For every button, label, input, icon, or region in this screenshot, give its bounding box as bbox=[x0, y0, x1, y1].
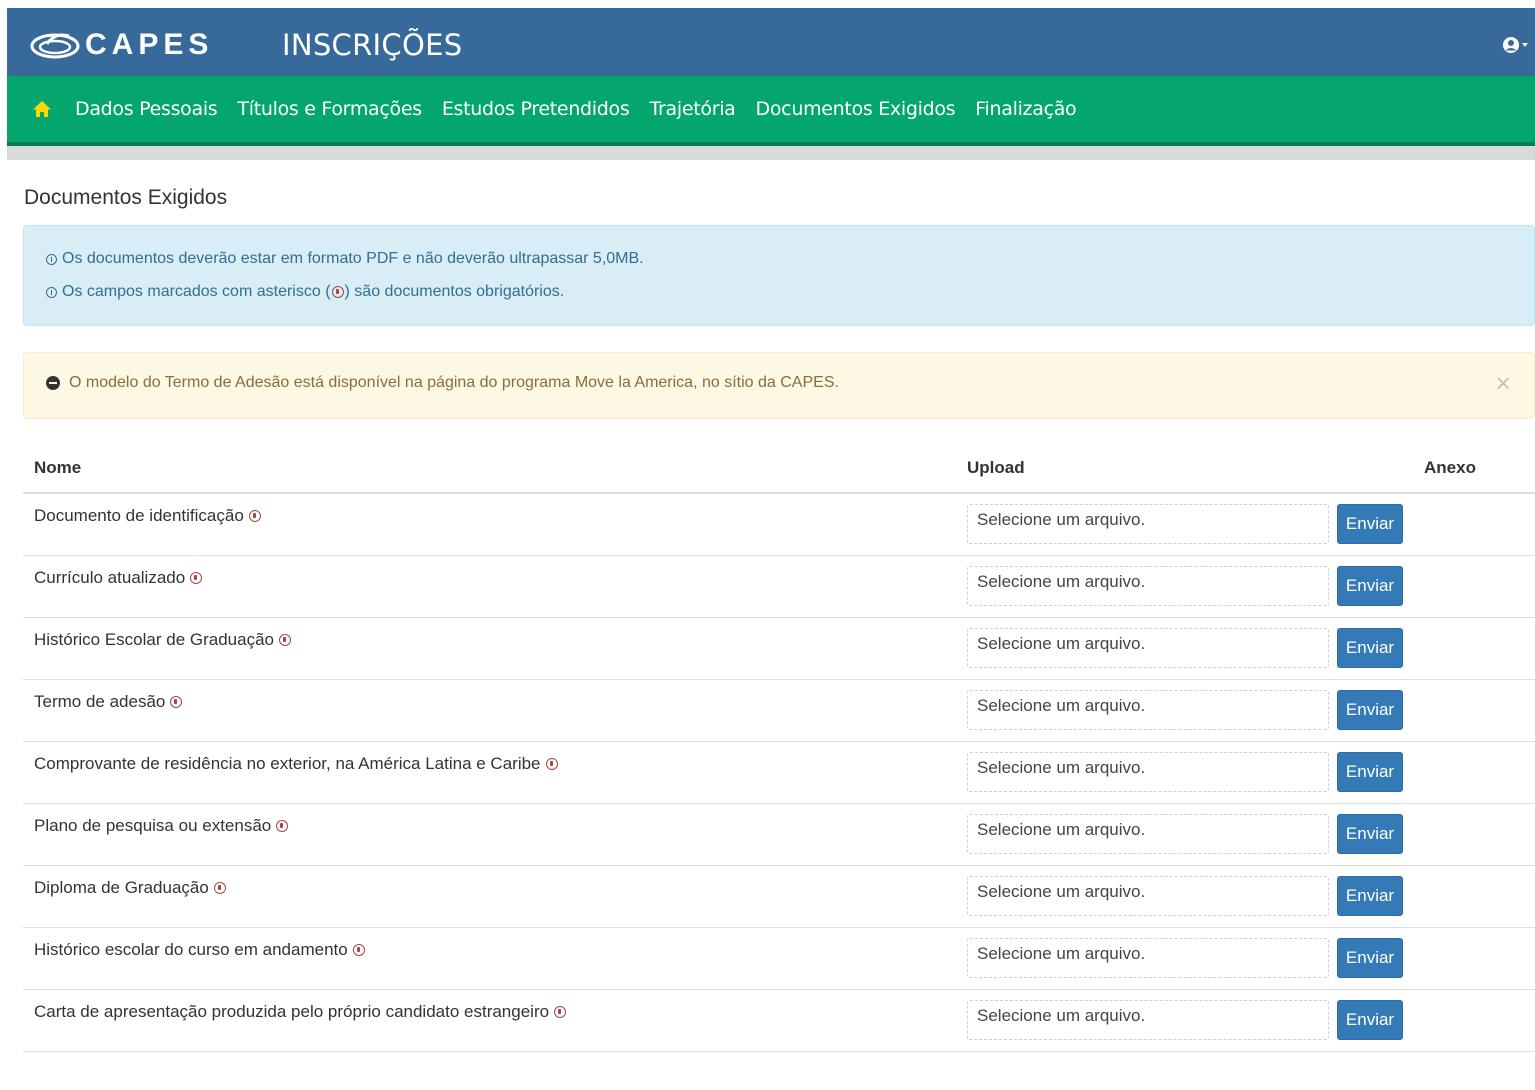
required-icon bbox=[331, 286, 344, 298]
table-row: Currículo atualizado Selecione um arquiv… bbox=[23, 556, 1535, 618]
info-text: Os campos marcados com asterisco ( bbox=[62, 283, 331, 300]
required-icon bbox=[213, 882, 226, 894]
column-header-anexo: Anexo bbox=[1424, 458, 1476, 477]
info-icon bbox=[46, 286, 57, 298]
required-icon bbox=[352, 944, 365, 956]
minus-circle-icon bbox=[46, 376, 60, 390]
required-icon bbox=[279, 634, 292, 646]
document-label: Histórico Escolar de Graduação bbox=[34, 630, 275, 649]
document-name: Plano de pesquisa ou extensão bbox=[34, 816, 289, 836]
main-navbar: Dados Pessoais Títulos e Formações Estud… bbox=[7, 76, 1535, 146]
home-icon[interactable] bbox=[31, 97, 53, 121]
info-icon bbox=[46, 253, 57, 265]
file-input[interactable]: Selecione um arquivo. bbox=[967, 938, 1329, 978]
caret-down-icon bbox=[1522, 43, 1528, 47]
info-alert: Os documentos deverão estar em formato P… bbox=[23, 225, 1535, 326]
document-label: Diploma de Graduação bbox=[34, 878, 209, 897]
document-label: Plano de pesquisa ou extensão bbox=[34, 816, 272, 835]
document-name: Documento de identificação bbox=[34, 506, 261, 526]
document-label: Documento de identificação bbox=[34, 506, 244, 525]
info-line: Os campos marcados com asterisco ( ) são… bbox=[46, 283, 564, 301]
info-text: ) são documentos obrigatórios. bbox=[344, 283, 565, 300]
warning-alert: O modelo do Termo de Adesão está disponí… bbox=[23, 352, 1535, 419]
user-circle-icon bbox=[1503, 37, 1519, 53]
table-row: Diploma de Graduação Selecione um arquiv… bbox=[23, 866, 1535, 928]
table-row: Histórico Escolar de Graduação Selecione… bbox=[23, 618, 1535, 680]
send-button[interactable]: Enviar bbox=[1337, 504, 1403, 544]
table-row: Comprovante de residência no exterior, n… bbox=[23, 742, 1535, 804]
document-name: Diploma de Graduação bbox=[34, 878, 226, 898]
document-name: Currículo atualizado bbox=[34, 568, 203, 588]
logo-text: CAPES bbox=[85, 28, 214, 61]
send-button[interactable]: Enviar bbox=[1337, 1000, 1403, 1040]
info-text: Os documentos deverão estar em formato P… bbox=[62, 250, 644, 267]
document-label: Termo de adesão bbox=[34, 692, 166, 711]
required-icon bbox=[248, 510, 261, 522]
send-button[interactable]: Enviar bbox=[1337, 628, 1403, 668]
required-icon bbox=[545, 758, 558, 770]
document-name: Carta de apresentação produzida pelo pró… bbox=[34, 1002, 567, 1022]
table-row: Documento de identificação Selecione um … bbox=[23, 494, 1535, 556]
file-input[interactable]: Selecione um arquivo. bbox=[967, 504, 1329, 544]
document-name: Comprovante de residência no exterior, n… bbox=[34, 754, 558, 774]
table-row: Carta de apresentação produzida pelo pró… bbox=[23, 990, 1535, 1052]
capes-eye-icon bbox=[30, 33, 80, 59]
warning-content: O modelo do Termo de Adesão está disponí… bbox=[46, 374, 839, 392]
table-row: Plano de pesquisa ou extensão Selecione … bbox=[23, 804, 1535, 866]
file-input[interactable]: Selecione um arquivo. bbox=[967, 876, 1329, 916]
file-input[interactable]: Selecione um arquivo. bbox=[967, 1000, 1329, 1040]
send-button[interactable]: Enviar bbox=[1337, 938, 1403, 978]
warning-text: O modelo do Termo de Adesão está disponí… bbox=[69, 374, 839, 391]
file-input[interactable]: Selecione um arquivo. bbox=[967, 690, 1329, 730]
document-label: Comprovante de residência no exterior, n… bbox=[34, 754, 541, 773]
required-icon bbox=[190, 572, 203, 584]
table-row: Termo de adesão Selecione um arquivo. En… bbox=[23, 680, 1535, 742]
column-header-upload: Upload bbox=[967, 458, 1025, 477]
send-button[interactable]: Enviar bbox=[1337, 690, 1403, 730]
nav-link-trajetoria[interactable]: Trajetória bbox=[649, 98, 735, 120]
document-label: Histórico escolar do curso em andamento bbox=[34, 940, 348, 959]
page-title: Documentos Exigidos bbox=[24, 186, 228, 209]
file-input[interactable]: Selecione um arquivo. bbox=[967, 752, 1329, 792]
send-button[interactable]: Enviar bbox=[1337, 566, 1403, 606]
document-name: Termo de adesão bbox=[34, 692, 183, 712]
nav-link-documentos-exigidos[interactable]: Documentos Exigidos bbox=[756, 98, 956, 120]
nav-link-titulos-formacoes[interactable]: Títulos e Formações bbox=[237, 98, 422, 120]
app-title: INSCRIÇÕES bbox=[282, 28, 463, 62]
send-button[interactable]: Enviar bbox=[1337, 814, 1403, 854]
required-icon bbox=[554, 1006, 567, 1018]
close-icon[interactable]: × bbox=[1494, 373, 1512, 394]
divider bbox=[7, 146, 1535, 160]
file-input[interactable]: Selecione um arquivo. bbox=[967, 628, 1329, 668]
file-input[interactable]: Selecione um arquivo. bbox=[967, 814, 1329, 854]
top-header: CAPES INSCRIÇÕES bbox=[7, 8, 1535, 76]
nav-items: Dados Pessoais Títulos e Formações Estud… bbox=[31, 97, 1096, 121]
send-button[interactable]: Enviar bbox=[1337, 752, 1403, 792]
table-row: Histórico escolar do curso em andamento … bbox=[23, 928, 1535, 990]
nav-link-estudos-pretendidos[interactable]: Estudos Pretendidos bbox=[442, 98, 630, 120]
send-button[interactable]: Enviar bbox=[1337, 876, 1403, 916]
document-name: Histórico Escolar de Graduação bbox=[34, 630, 292, 650]
info-line: Os documentos deverão estar em formato P… bbox=[46, 250, 644, 268]
required-icon bbox=[170, 696, 183, 708]
document-label: Carta de apresentação produzida pelo pró… bbox=[34, 1002, 550, 1021]
nav-link-dados-pessoais[interactable]: Dados Pessoais bbox=[75, 98, 218, 120]
capes-logo[interactable]: CAPES bbox=[29, 28, 219, 62]
nav-link-finalizacao[interactable]: Finalização bbox=[975, 98, 1076, 120]
column-header-name: Nome bbox=[34, 458, 82, 477]
user-menu-button[interactable] bbox=[1502, 34, 1528, 56]
document-name: Histórico escolar do curso em andamento bbox=[34, 940, 365, 960]
required-icon bbox=[276, 820, 289, 832]
file-input[interactable]: Selecione um arquivo. bbox=[967, 566, 1329, 606]
document-label: Currículo atualizado bbox=[34, 568, 186, 587]
